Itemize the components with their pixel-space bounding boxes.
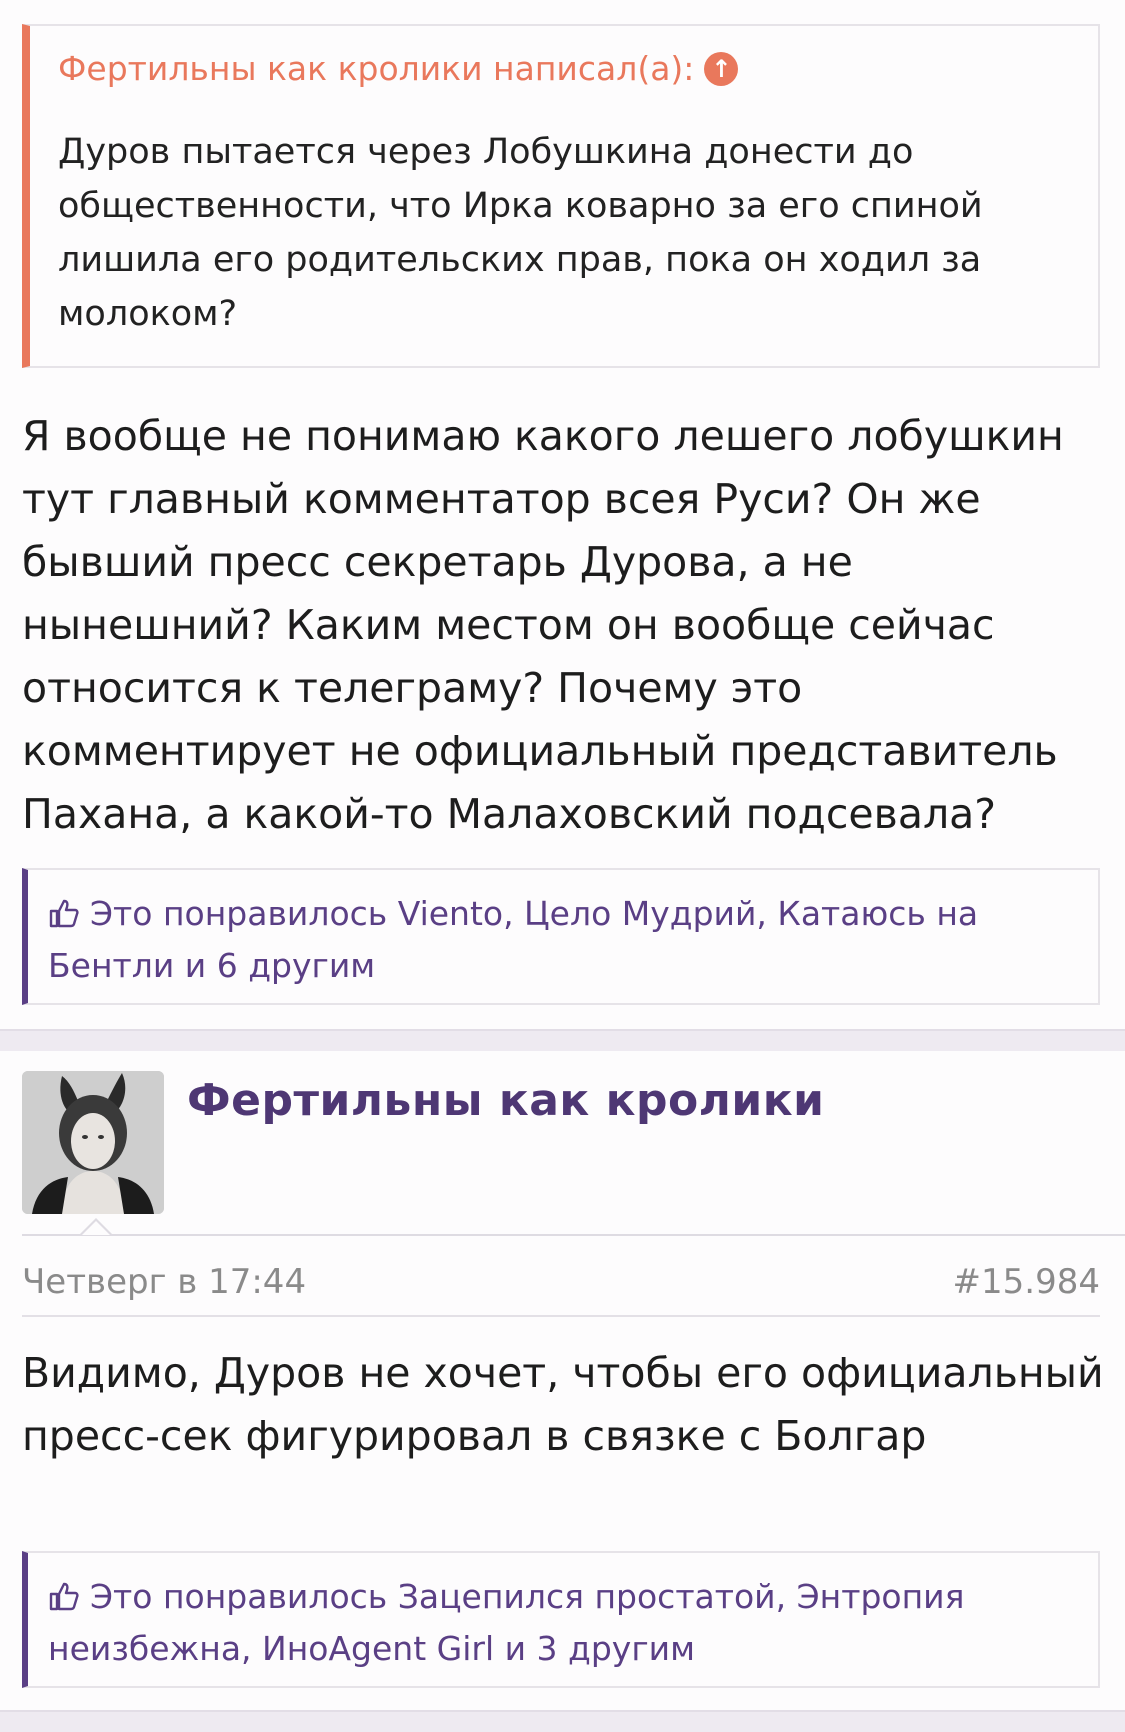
post-meta: Четверг в 17:44 #15.984 [22,1262,1100,1302]
quote-author-label: Фертильны как кролики написал(а): [58,49,695,88]
quote-author[interactable]: Фертильны как кролики написал(а): ↑ [58,48,1072,91]
likes-box: Это понравилось Viento, Цело Мудрий, Кат… [22,868,1100,1005]
quote-block: Фертильны как кролики написал(а): ↑ Дуро… [22,24,1100,368]
thumbs-up-icon [48,894,80,942]
likes-text[interactable]: Это понравилось Viento, Цело Мудрий, Кат… [48,894,978,985]
post-number[interactable]: #15.984 [953,1262,1100,1302]
post-separator [0,1710,1125,1732]
avatar[interactable] [22,1071,164,1214]
avatar-pointer-fill [82,1221,110,1235]
likes-box: Это понравилось Зацепился простатой, Энт… [22,1551,1100,1688]
likes-text[interactable]: Это понравилось Зацепился простатой, Энт… [48,1577,964,1668]
post-body: Я вообще не понимаю какого лешего лобушк… [22,412,1064,838]
meta-divider [22,1315,1100,1317]
post-body: Видимо, Дуров не хочет, чтобы его официа… [22,1349,1104,1460]
post-date[interactable]: Четверг в 17:44 [22,1262,306,1302]
post-author-name[interactable]: Фертильны как кролики [187,1075,824,1126]
header-divider [22,1234,1125,1236]
quote-text: Дуров пытается через Лобушкина донести д… [58,131,983,334]
post-separator [0,1029,1125,1051]
thumbs-up-icon [48,1577,80,1625]
arrow-up-circle-icon[interactable]: ↑ [704,52,739,87]
